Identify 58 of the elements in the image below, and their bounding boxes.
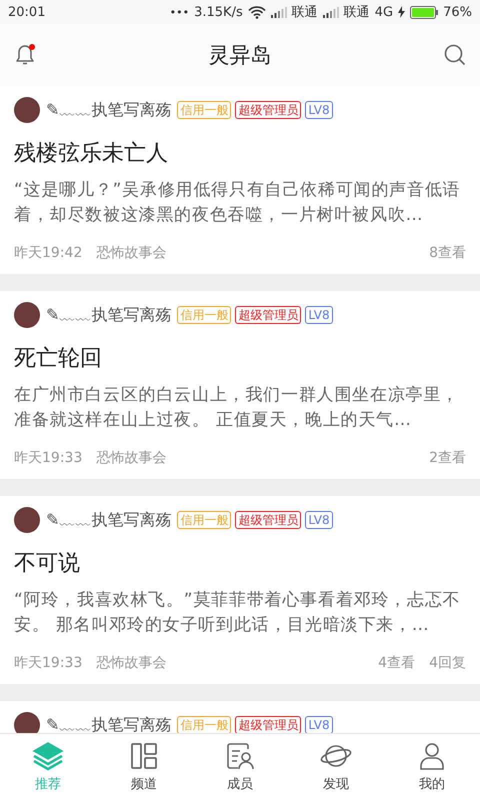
user-tag: 超级管理员 xyxy=(235,511,302,529)
post-card[interactable]: ✎﹏﹏执笔写离殇 信用一般 超级管理员 LV8 不可说 “阿玲，我喜欢林飞。”莫菲菲带着心事看着邓玲，忐忑不安。 那名叫邓玲的女子听到此话，目光暗淡下来，… 昨天19:33 恐怖故事会 4查看 4回复 xyxy=(0,496,480,684)
charging-icon xyxy=(398,6,406,18)
author-name: ✎﹏﹏执笔写离殇 xyxy=(46,714,172,733)
user-tag: 超级管理员 xyxy=(235,306,302,324)
post-excerpt: “这是哪儿？”吴承修用低得只有自己依稀可闻的声音低语着，却尽数被这漆黑的夜色吞噬，一片树叶被风吹… xyxy=(14,179,462,227)
more-dots: ••• xyxy=(170,6,190,18)
page-title: 灵异岛 xyxy=(208,42,272,69)
post-excerpt: 在广州市白云区的白云山上，我们一群人围坐在凉亭里，准备就这样在山上过夜。 正值夏天，晚上的天气… xyxy=(14,384,460,432)
user-tag: LV8 xyxy=(305,511,333,529)
author-name: ✎﹏﹏执笔写离殇 xyxy=(46,304,172,326)
avatar xyxy=(14,712,40,733)
network-speed: 3.15K/s xyxy=(194,4,243,20)
avatar xyxy=(14,507,40,533)
post-time: 昨天19:33 xyxy=(14,654,82,672)
user-tag: 信用一般 xyxy=(177,511,232,529)
tab-item[interactable]: 频道 xyxy=(96,734,192,800)
post-card[interactable]: ✎﹏﹏执笔写离殇 信用一般 超级管理员 LV8 残楼弦乐未亡人 “这是哪儿？”吴承修用低得只有自己依稀可闻的声音低语着，却尽数被这漆黑的夜色吞噬，一片树叶被风吹… 昨天19:42 恐怖故事会 8查看 xyxy=(0,86,480,274)
signal-icon xyxy=(270,6,287,18)
post-time: 昨天19:42 xyxy=(14,244,82,262)
carrier-name: 联通 xyxy=(292,4,318,21)
post-stat: 8查看 xyxy=(429,244,466,262)
battery-percent: 76% xyxy=(443,4,472,20)
post-title: 不可说 xyxy=(14,550,81,578)
member-card-icon xyxy=(224,741,256,771)
layers-icon xyxy=(32,741,64,771)
signal-icon xyxy=(322,6,339,18)
network-type: 4G xyxy=(374,4,394,20)
post-stat: 2查看 xyxy=(429,449,466,467)
forum-name: 恐怖故事会 xyxy=(96,449,166,467)
grid-icon xyxy=(128,741,160,771)
post-stat: 4回复 xyxy=(429,654,466,672)
post-title: 残楼弦乐未亡人 xyxy=(14,140,169,168)
user-tag: 超级管理员 xyxy=(235,101,302,119)
search-icon xyxy=(442,42,468,68)
post-excerpt: “阿玲，我喜欢林飞。”莫菲菲带着心事看着邓玲，忐忑不安。 那名叫邓玲的女子听到此话，目光暗淡下来，… xyxy=(14,589,462,637)
avatar xyxy=(14,97,40,123)
tab-item[interactable]: 我的 xyxy=(384,734,480,800)
user-tag: LV8 xyxy=(305,306,333,324)
post-time: 昨天19:33 xyxy=(14,449,82,467)
post-title: 死亡轮回 xyxy=(14,345,103,373)
forum-name: 恐怖故事会 xyxy=(96,244,166,262)
carrier-name: 联通 xyxy=(344,4,370,21)
avatar xyxy=(14,302,40,328)
author-name: ✎﹏﹏执笔写离殇 xyxy=(46,510,172,530)
battery-icon xyxy=(410,6,438,18)
forum-name: 恐怖故事会 xyxy=(96,654,166,672)
post-card[interactable]: ✎﹏﹏执笔写离殇 信用一般 超级管理员 LV8 xyxy=(0,701,480,733)
clock: 20:01 xyxy=(8,4,46,20)
wifi-icon xyxy=(248,6,266,18)
tab-item[interactable]: 成员 xyxy=(192,734,288,800)
user-tag: 信用一般 xyxy=(177,306,232,324)
post-card[interactable]: ✎﹏﹏执笔写离殇 信用一般 超级管理员 LV8 死亡轮回 在广州市白云区的白云山上，我们一群人围坐在凉亭里，准备就这样在山上过夜。 正值夏天，晚上的天气… 昨天19:33 恐怖故事会 2查看 xyxy=(0,291,480,479)
post-stat: 4查看 xyxy=(378,654,416,672)
tab-item[interactable]: 发现 xyxy=(288,734,384,800)
author-name: ✎﹏﹏执笔写离殇 xyxy=(46,100,172,120)
user-tag: LV8 xyxy=(305,101,333,119)
user-tag: 信用一般 xyxy=(177,101,232,119)
